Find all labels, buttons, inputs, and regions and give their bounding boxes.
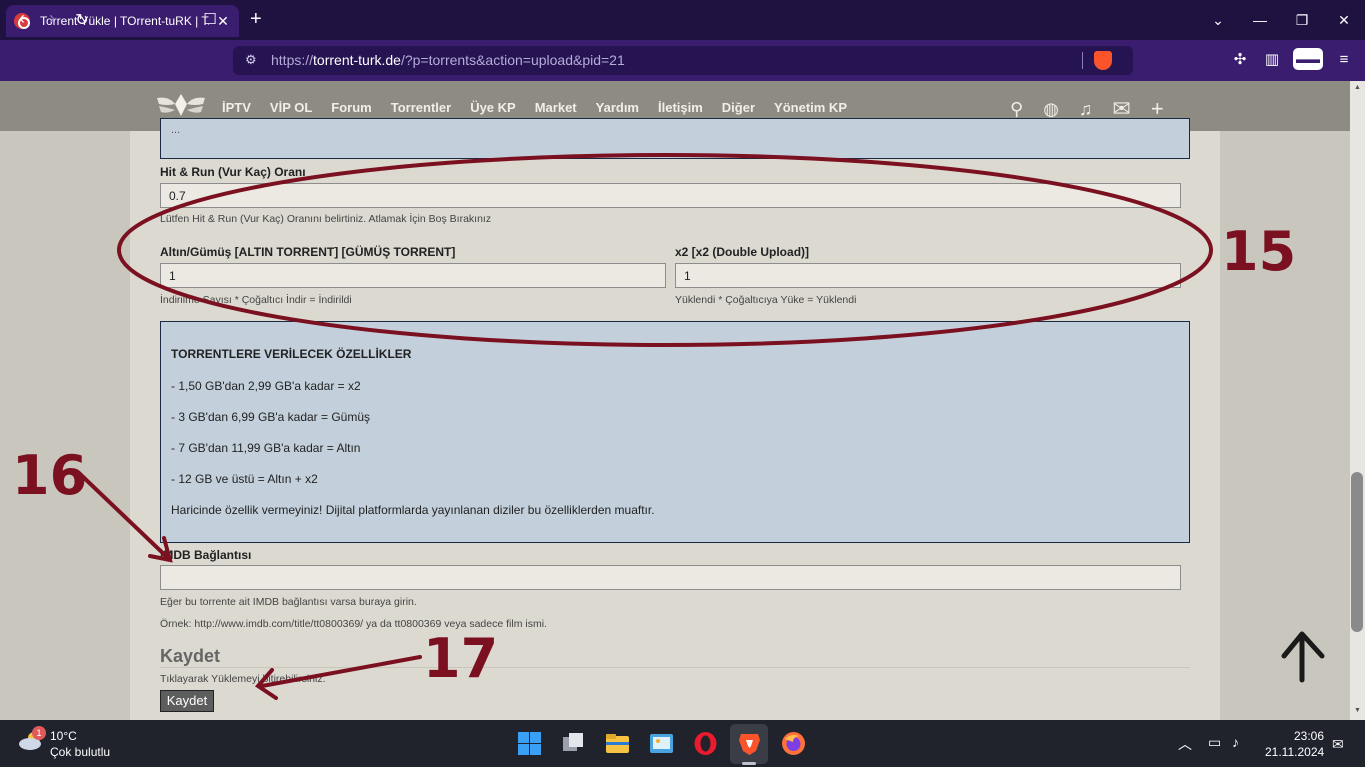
menu-item-user-cp[interactable]: Üye KP [470, 100, 516, 115]
window-controls: ⌄ — ❐ ✕ [1197, 0, 1365, 40]
scrollbar-thumb[interactable] [1351, 472, 1363, 632]
windows-start-icon[interactable] [517, 731, 542, 756]
hitrun-label: Hit & Run (Vur Kaç) Oranı [160, 165, 306, 179]
imdb-input[interactable] [160, 565, 1181, 590]
info-line: Haricinde özellik vermeyiniz! Dijital pl… [171, 503, 655, 517]
windows-taskbar [0, 720, 1365, 767]
gold-input[interactable]: 1 [160, 263, 666, 288]
sidebar-icon[interactable]: ▥ [1261, 50, 1283, 68]
brave-shield-icon[interactable] [1094, 51, 1112, 70]
info-box-top: ... [160, 118, 1190, 159]
gold-hint: İndirilme Sayısı * Çoğaltıcı İndir = İnd… [160, 294, 352, 306]
torrent-features-info-box: TORRENTLERE VERİLECEK ÖZELLİKLER - 1,50 … [160, 321, 1190, 543]
volume-icon[interactable]: ♪ [1232, 734, 1239, 750]
task-view-icon[interactable] [561, 731, 586, 756]
forward-icon[interactable]: › [40, 8, 64, 29]
url-separator [1082, 52, 1083, 69]
info-line: - 3 GB'dan 6,99 GB'a kadar = Gümüş [171, 410, 371, 424]
save-divider [160, 667, 1190, 668]
tray-overflow-icon[interactable]: ︿ [1178, 734, 1192, 754]
opera-icon[interactable] [693, 731, 718, 756]
imdb-label: IMDB Bağlantısı [160, 548, 252, 562]
active-app-indicator [742, 762, 756, 765]
notifications-icon[interactable]: ✉ [1332, 736, 1344, 753]
annotation-label-17: 17 [423, 627, 499, 690]
minimize-icon[interactable]: — [1239, 12, 1281, 28]
clock-date[interactable]: 21.11.2024 [1265, 745, 1324, 759]
private-glasses-icon[interactable]: ▬▬ [1293, 48, 1323, 70]
menu-item-torrents[interactable]: Torrentler [391, 100, 451, 115]
scroll-up-icon[interactable]: ▲ [1354, 84, 1361, 91]
gold-label: Altın/Gümüş [ALTIN TORRENT] [GÜMÜŞ TORRE… [160, 245, 456, 259]
info-box-title: TORRENTLERE VERİLECEK ÖZELLİKLER [171, 347, 412, 361]
info-line: - 7 GB'dan 11,99 GB'a kadar = Altın [171, 441, 361, 455]
back-icon[interactable]: ‹ [10, 8, 34, 29]
brave-browser-icon[interactable] [737, 731, 762, 756]
hitrun-input[interactable]: 0.7 [160, 183, 1181, 208]
file-explorer-icon[interactable] [605, 731, 630, 756]
info-line: - 12 GB ve üstü = Altın + x2 [171, 472, 318, 486]
menu-item-other[interactable]: Diğer [722, 100, 755, 115]
site-menu: İPTV VİP OL Forum Torrentler Üye KP Mark… [222, 100, 866, 115]
save-hint: Tıklayarak Yüklemeyi bitirebilirsiniz. [160, 673, 326, 685]
imdb-hint: Eğer bu torrente ait IMDB bağlantısı var… [160, 596, 417, 608]
globe-icon[interactable]: ◍ [1043, 99, 1059, 120]
info-box-top-text: ... [171, 124, 181, 136]
bell-icon[interactable]: ♫ [1079, 99, 1093, 120]
menu-item-contact[interactable]: İletişim [658, 100, 703, 115]
hitrun-hint: Lütfen Hit & Run (Vur Kaç) Oranını belir… [160, 213, 492, 225]
tab-title: Torrent Yükle | TOrrent-tuRK | T... [40, 14, 209, 28]
window-close-icon[interactable]: ✕ [1323, 12, 1365, 29]
x2-input[interactable]: 1 [675, 263, 1181, 288]
menu-item-vip[interactable]: VİP OL [270, 100, 312, 115]
menu-item-help[interactable]: Yardım [596, 100, 639, 115]
annotation-label-16: 16 [12, 444, 88, 507]
restore-icon[interactable]: ❐ [1281, 12, 1323, 29]
weather-description[interactable]: Çok bulutlu [50, 745, 110, 759]
save-section-title: Kaydet [160, 646, 221, 666]
network-icon[interactable]: ▭ [1208, 734, 1221, 751]
bookmark-icon[interactable]: ☐ [198, 10, 222, 28]
search-icon[interactable]: ⚲ [1010, 99, 1023, 120]
reload-icon[interactable]: ↻ [70, 10, 94, 30]
url-text[interactable]: https://torrent-turk.de/?p=torrents&acti… [271, 52, 625, 68]
menu-item-admin-cp[interactable]: Yönetim KP [774, 100, 847, 115]
site-settings-icon[interactable]: ⚙ [245, 52, 257, 68]
tab-search-icon[interactable]: ⌄ [1197, 12, 1239, 29]
extensions-icon[interactable]: ✣ [1229, 50, 1251, 68]
x2-label: x2 [x2 (Double Upload)] [675, 245, 810, 259]
weather-temperature[interactable]: 10°C [50, 729, 77, 743]
save-button[interactable]: Kaydet [160, 690, 214, 712]
page-side-left [0, 131, 130, 720]
clock-time[interactable]: 23:06 [1294, 729, 1324, 743]
menu-item-market[interactable]: Market [535, 100, 577, 115]
weather-badge: 1 [32, 726, 46, 740]
site-logo-icon[interactable] [155, 90, 207, 120]
toolbar-right-icons: ✣ ▥ ▬▬ ≡ [1229, 48, 1355, 70]
menu-icon[interactable]: ≡ [1333, 51, 1355, 68]
new-tab-button[interactable]: + [250, 9, 262, 29]
scroll-down-icon[interactable]: ▼ [1354, 707, 1361, 714]
firefox-icon[interactable] [781, 731, 806, 756]
x2-hint: Yüklendi * Çoğaltıcıya Yüke = Yüklendi [675, 294, 857, 306]
info-line: - 1,50 GB'dan 2,99 GB'a kadar = x2 [171, 379, 361, 393]
annotation-label-15: 15 [1221, 220, 1297, 283]
menu-item-forum[interactable]: Forum [331, 100, 371, 115]
menu-item-iptv[interactable]: İPTV [222, 100, 251, 115]
photos-app-icon[interactable] [649, 731, 674, 756]
